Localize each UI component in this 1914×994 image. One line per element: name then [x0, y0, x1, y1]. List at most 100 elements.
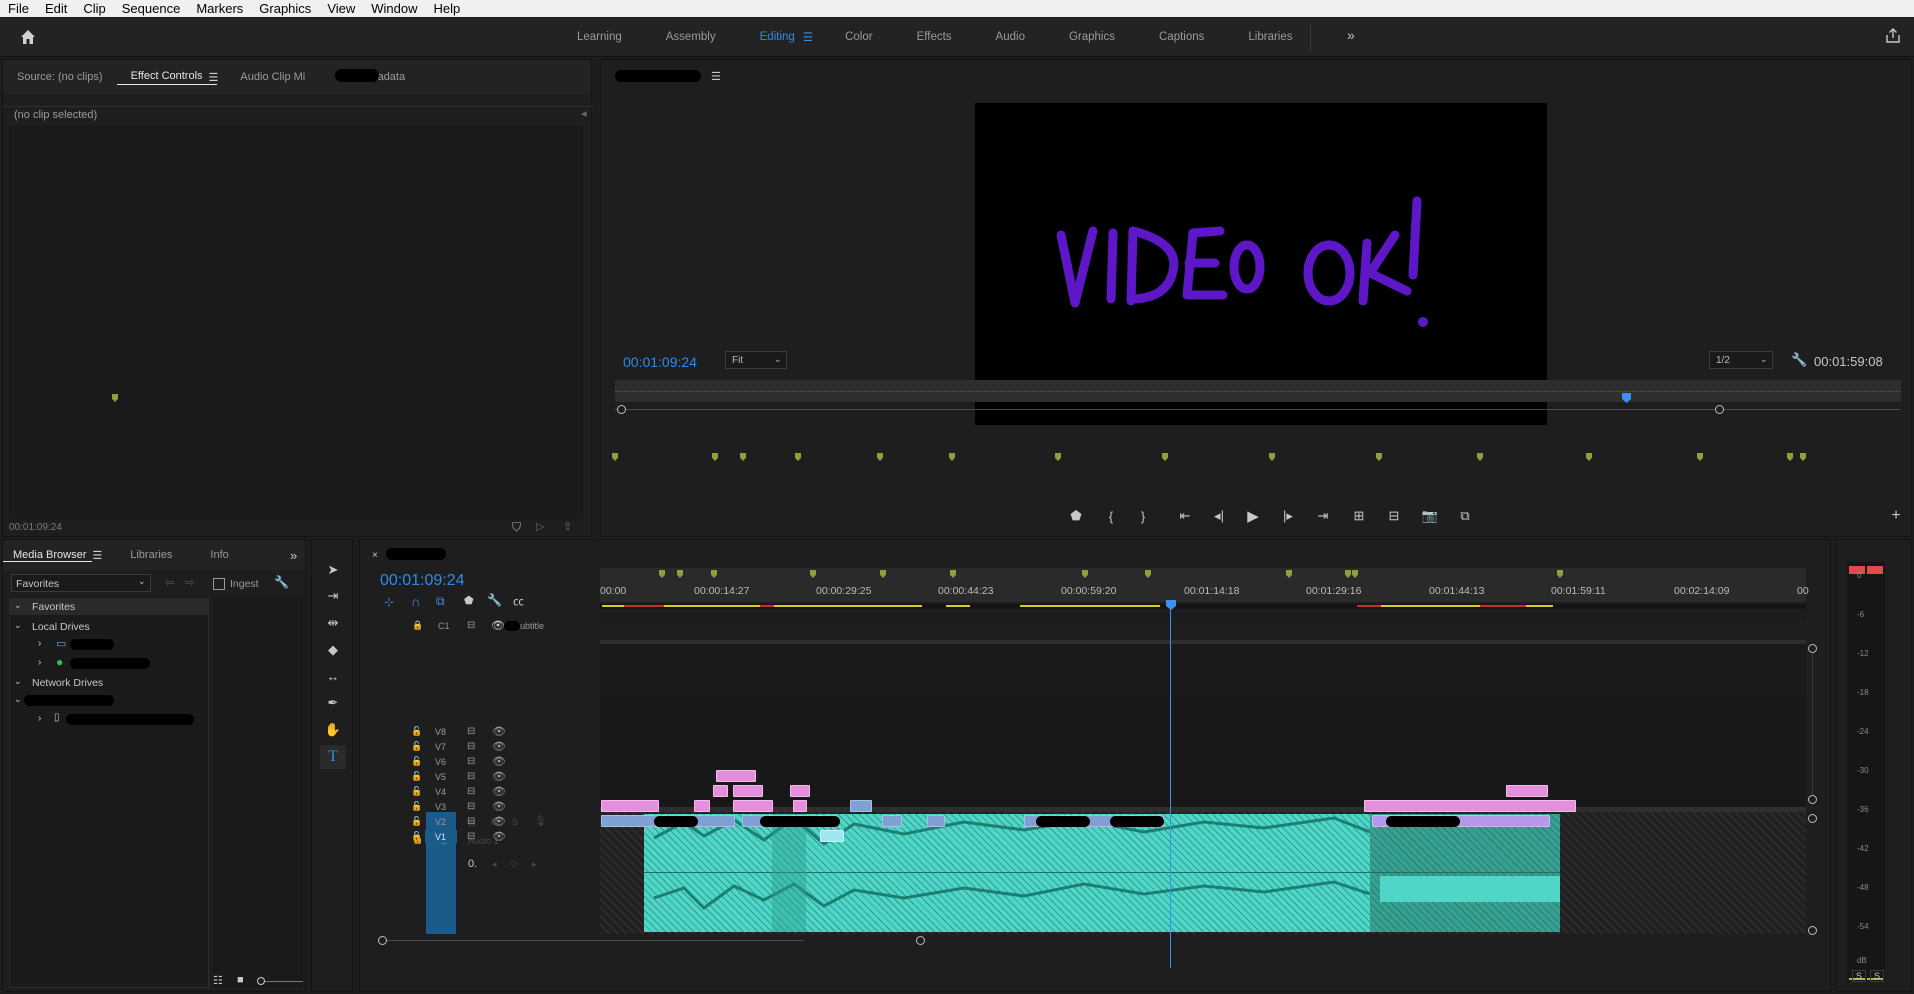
tree-header-network-drives[interactable]: ⌄ Network Drives: [10, 675, 208, 691]
sync-lock-icon[interactable]: ⊟: [467, 771, 475, 782]
collapse-icon[interactable]: ◂: [581, 107, 587, 120]
sync-lock-icon[interactable]: ⊟: [467, 620, 475, 631]
video-clip[interactable]: [713, 785, 728, 797]
ingest-checkbox[interactable]: [213, 578, 225, 590]
audio-level-value[interactable]: 0.: [468, 858, 477, 870]
add-button-icon[interactable]: +: [1887, 507, 1905, 525]
video-clip[interactable]: [1364, 800, 1576, 812]
filter-icon[interactable]: ⛉: [512, 520, 521, 535]
menu-markers[interactable]: Markers: [188, 1, 251, 16]
menu-graphics[interactable]: Graphics: [251, 1, 319, 16]
type-tool-icon[interactable]: T: [324, 748, 342, 766]
next-keyframe-icon[interactable]: ▸: [532, 859, 537, 870]
chevron-right-icon[interactable]: ›: [38, 657, 41, 668]
audio-clip[interactable]: [644, 814, 1370, 932]
share-icon[interactable]: [1884, 27, 1902, 45]
wrench-icon[interactable]: 🔧: [274, 575, 289, 589]
lock-icon[interactable]: 🔓: [411, 741, 422, 752]
favorites-dropdown[interactable]: Favorites ⌄: [11, 574, 151, 592]
add-marker-icon[interactable]: ⬟: [1067, 507, 1085, 525]
export-icon[interactable]: ⇪: [563, 520, 572, 533]
eye-icon[interactable]: 👁: [492, 800, 506, 813]
vertical-scroll-handle[interactable]: [1808, 926, 1817, 935]
linked-selection-icon[interactable]: ⧉: [436, 594, 445, 609]
workspace-tab-color[interactable]: Color: [823, 31, 894, 43]
forward-arrow-icon[interactable]: ⇨: [185, 576, 194, 589]
snap-icon[interactable]: ∩: [411, 594, 420, 609]
step-forward-icon[interactable]: |▸: [1279, 507, 1297, 525]
step-back-icon[interactable]: ◂|: [1210, 507, 1228, 525]
lift-icon[interactable]: ⊞: [1350, 507, 1368, 525]
lock-icon[interactable]: 🔓: [411, 771, 422, 782]
video-clip[interactable]: [733, 785, 763, 797]
home-icon[interactable]: [18, 27, 38, 47]
ripple-edit-tool-icon[interactable]: ⇹: [324, 614, 342, 632]
lock-icon[interactable]: 🔓: [411, 786, 422, 797]
sync-lock-icon[interactable]: ⊟: [467, 726, 475, 737]
video-clip[interactable]: [601, 800, 659, 812]
slip-tool-icon[interactable]: ↔: [324, 667, 342, 685]
sync-lock-icon[interactable]: ⊟: [467, 831, 475, 842]
selection-tool-icon[interactable]: ➤: [324, 561, 342, 579]
video-clip[interactable]: [733, 800, 773, 812]
hand-tool-icon[interactable]: ✋: [324, 721, 342, 739]
chevron-right-icon[interactable]: ›: [38, 713, 41, 724]
clip-indicator-right[interactable]: [1867, 566, 1883, 574]
video-clip[interactable]: [694, 800, 710, 812]
program-video-frame[interactable]: [975, 103, 1547, 425]
eye-icon[interactable]: 👁: [491, 619, 505, 632]
eye-icon[interactable]: 👁: [492, 785, 506, 798]
video-clip[interactable]: [790, 785, 810, 797]
tab-audio-clip-mixer[interactable]: Audio Clip Mi: [226, 71, 319, 83]
track-select-tool-icon[interactable]: ⇥: [324, 587, 342, 605]
video-clip[interactable]: [1506, 785, 1548, 797]
add-keyframe-icon[interactable]: ◇: [510, 858, 517, 869]
sync-lock-icon[interactable]: ⊟: [467, 786, 475, 797]
timeline-current-time[interactable]: 00:01:09:24: [380, 572, 465, 590]
video-tracks-area[interactable]: [600, 696, 1806, 808]
go-to-in-icon[interactable]: ⇤: [1176, 507, 1194, 525]
workspace-tab-learning[interactable]: Learning: [555, 31, 644, 43]
lock-icon[interactable]: 🔓: [411, 831, 422, 842]
tree-header-local-drives[interactable]: ⌄ Local Drives: [10, 619, 208, 635]
play-audio-icon[interactable]: ▷: [536, 520, 544, 533]
chevron-down-icon[interactable]: ⌄: [14, 694, 22, 705]
prev-keyframe-icon[interactable]: ◂: [492, 859, 497, 870]
video-clip[interactable]: [793, 800, 807, 812]
eye-icon[interactable]: 👁: [492, 770, 506, 783]
workspace-tab-assembly[interactable]: Assembly: [644, 31, 738, 43]
menu-view[interactable]: View: [319, 1, 363, 16]
menu-window[interactable]: Window: [363, 1, 425, 16]
zoom-handle-right[interactable]: [1715, 405, 1724, 414]
timeline-horizontal-scrollbar[interactable]: [378, 940, 804, 941]
close-icon[interactable]: ×: [372, 550, 378, 561]
wrench-icon[interactable]: 🔧: [487, 593, 502, 607]
razor-tool-icon[interactable]: ◆: [324, 641, 342, 659]
program-current-time[interactable]: 00:01:09:24: [623, 354, 697, 370]
eye-icon[interactable]: 👁: [492, 740, 506, 753]
lock-icon[interactable]: 🔓: [411, 726, 422, 737]
video-clip-selected[interactable]: [820, 830, 844, 842]
menu-clip[interactable]: Clip: [75, 1, 113, 16]
solo-right-button[interactable]: S: [1870, 970, 1885, 982]
nest-icon[interactable]: ⊹: [384, 595, 394, 609]
workspace-tab-audio[interactable]: Audio: [974, 31, 1047, 43]
sync-lock-icon[interactable]: ⊟: [467, 816, 475, 827]
eye-icon[interactable]: 👁: [492, 830, 506, 843]
eye-icon[interactable]: 👁: [492, 725, 506, 738]
captions-icon[interactable]: ㏄: [513, 593, 524, 609]
tree-header-favorites[interactable]: ⌄ Favorites: [10, 599, 208, 615]
tab-source[interactable]: Source: (no clips): [3, 71, 117, 83]
lock-icon[interactable]: 🔓: [411, 756, 422, 767]
tab-info[interactable]: Info: [196, 549, 242, 561]
vertical-scroll-handle[interactable]: [1808, 814, 1817, 823]
scrollbar-handle-left[interactable]: [378, 936, 387, 945]
video-clip[interactable]: [882, 815, 902, 827]
lock-icon[interactable]: 🔓: [411, 816, 422, 827]
tab-media-browser[interactable]: Media Browser: [3, 549, 93, 562]
tab-libraries[interactable]: Libraries: [116, 549, 186, 561]
sync-lock-icon[interactable]: ⊟: [467, 756, 475, 767]
program-menu-icon[interactable]: ☰: [711, 70, 721, 83]
add-marker-icon[interactable]: ⬟: [464, 594, 474, 607]
fit-dropdown[interactable]: Fit ⌄: [725, 351, 787, 369]
